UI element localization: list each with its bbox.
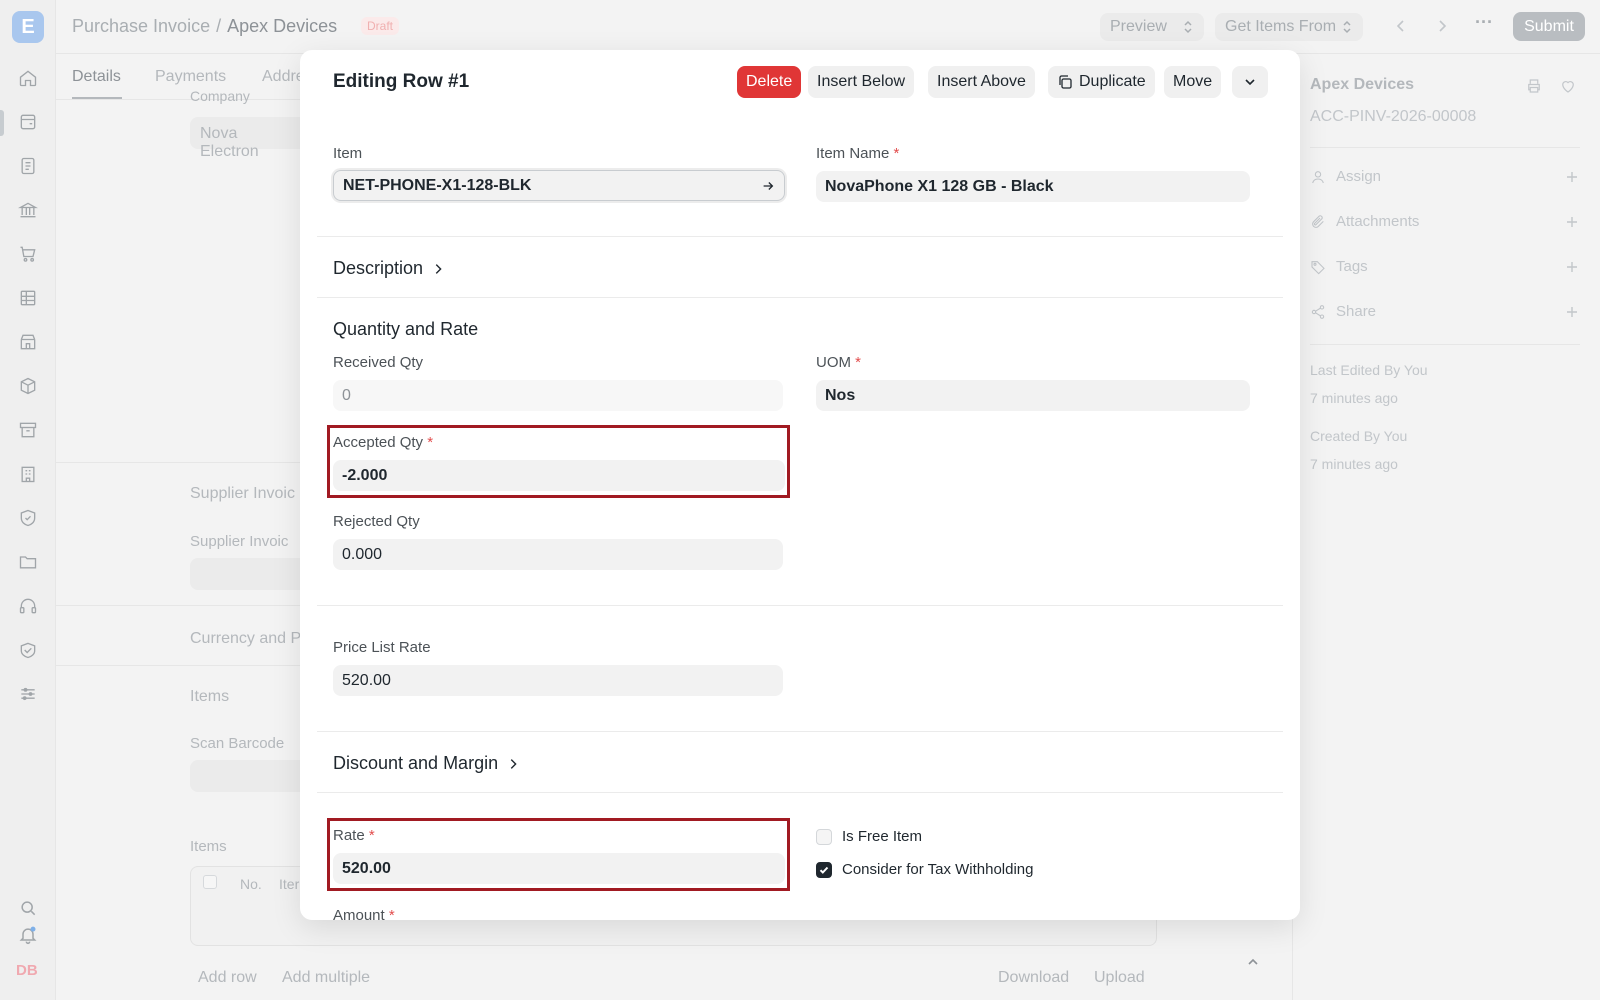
insert-below-button[interactable]: Insert Below <box>808 66 915 98</box>
description-section-toggle[interactable]: Description <box>333 258 445 279</box>
rejected-qty-label: Rejected Qty <box>333 513 420 530</box>
discount-margin-section-toggle[interactable]: Discount and Margin <box>333 753 520 774</box>
arrow-right-icon[interactable] <box>761 179 775 193</box>
section-divider <box>317 297 1283 298</box>
rejected-qty-field[interactable]: 0.000 <box>333 539 783 570</box>
section-divider <box>317 236 1283 237</box>
price-list-rate-field[interactable]: 520.00 <box>333 665 783 696</box>
tax-withholding-checkbox[interactable] <box>816 861 832 878</box>
accepted-qty-field[interactable]: -2.000 <box>333 460 785 491</box>
is-free-item-checkbox[interactable] <box>816 828 832 845</box>
section-divider <box>317 731 1283 732</box>
more-options-button[interactable] <box>1232 66 1268 98</box>
copy-icon <box>1059 75 1072 89</box>
is-free-item-checkbox-row[interactable]: Is Free Item <box>816 828 922 845</box>
tax-withholding-checkbox-row[interactable]: Consider for Tax Withholding <box>816 861 1033 878</box>
item-name-label: Item Name * <box>816 145 900 162</box>
description-section-title: Description <box>333 258 424 278</box>
section-divider <box>317 792 1283 793</box>
tax-withholding-label: Consider for Tax Withholding <box>842 861 1034 878</box>
uom-label: UOM * <box>816 354 862 371</box>
item-value: NET-PHONE-X1-128-BLK <box>343 176 532 194</box>
is-free-item-label: Is Free Item <box>842 828 923 845</box>
delete-button[interactable]: Delete <box>737 66 802 98</box>
accepted-qty-label: Accepted Qty * <box>333 434 434 451</box>
quantity-rate-section-title: Quantity and Rate <box>333 319 479 339</box>
chevron-right-icon <box>510 758 517 769</box>
dialog-title: Editing Row #1 <box>333 71 470 92</box>
received-qty-label: Received Qty <box>333 354 424 371</box>
item-label: Item <box>333 145 363 162</box>
duplicate-button[interactable]: Duplicate <box>1048 66 1155 98</box>
received-qty-field: 0 <box>333 380 783 411</box>
discount-margin-section-title: Discount and Margin <box>333 753 499 773</box>
uom-field[interactable]: Nos <box>816 380 1250 411</box>
move-button[interactable]: Move <box>1164 66 1222 98</box>
chevron-down-icon <box>1245 79 1255 86</box>
item-name-field[interactable]: NovaPhone X1 128 GB - Black <box>816 171 1250 202</box>
chevron-right-icon <box>435 263 442 274</box>
price-list-rate-label: Price List Rate <box>333 639 431 656</box>
insert-above-button[interactable]: Insert Above <box>928 66 1035 98</box>
edit-row-dialog: Editing Row #1 Delete Insert Below Inser… <box>300 50 1300 920</box>
duplicate-label: Duplicate <box>1079 73 1146 90</box>
item-field[interactable]: NET-PHONE-X1-128-BLK <box>333 170 785 201</box>
checkmark-icon <box>819 866 829 874</box>
section-divider <box>317 605 1283 606</box>
rate-field[interactable]: 520.00 <box>333 853 785 884</box>
amount-label: Amount * <box>333 907 395 920</box>
rate-label: Rate * <box>333 827 375 844</box>
